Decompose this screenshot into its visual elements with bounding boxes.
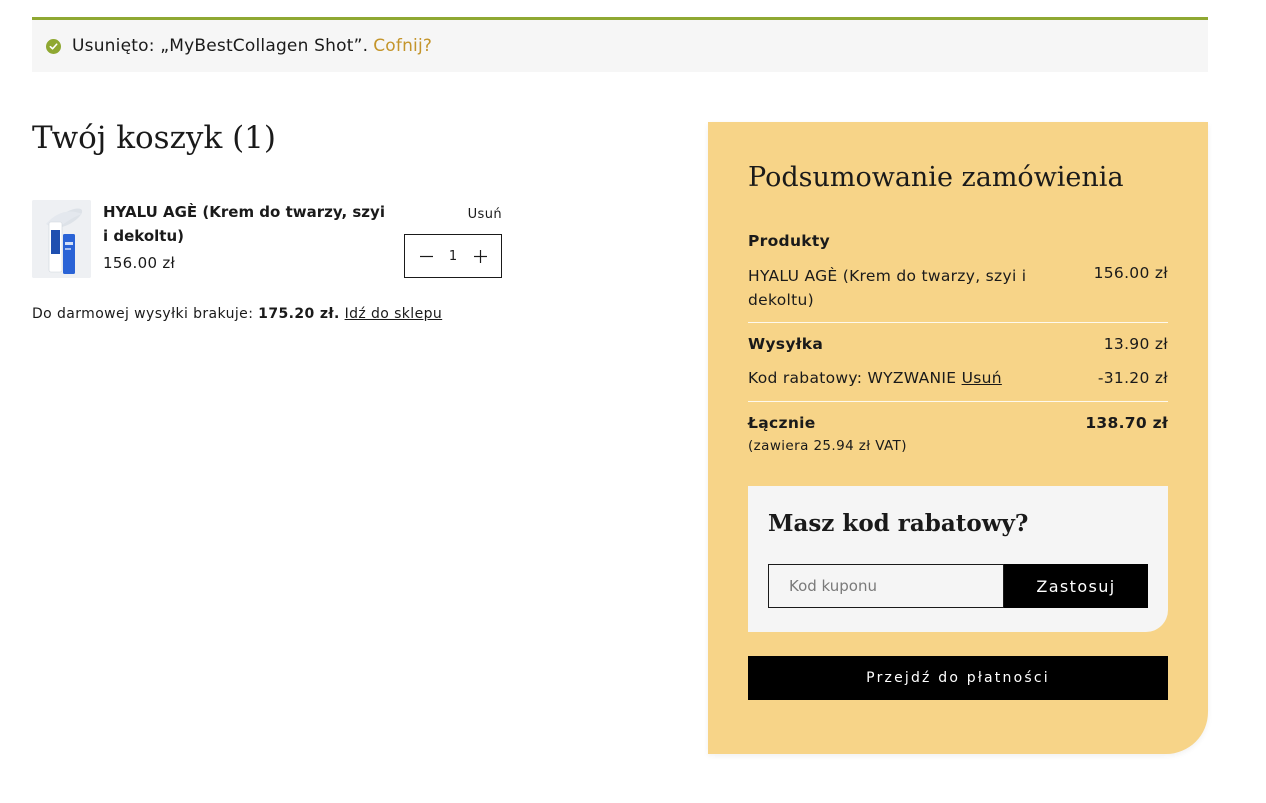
- vat-note: (zawiera 25.94 zł VAT): [748, 438, 907, 454]
- quantity-value[interactable]: 1: [449, 249, 457, 264]
- checkout-button[interactable]: Przejdź do płatności: [748, 656, 1168, 700]
- coupon-input[interactable]: [768, 564, 1004, 608]
- order-summary: Podsumowanie zamówienia Produkty HYALU A…: [708, 122, 1208, 754]
- summary-product-line: HYALU AGÈ (Krem do twarzy, szyi i dekolt…: [748, 264, 1168, 312]
- total-row: Łącznie 138.70 zł: [748, 414, 1168, 432]
- summary-product-price: 156.00 zł: [1093, 264, 1168, 282]
- summary-product-name: HYALU AGÈ (Krem do twarzy, szyi i dekolt…: [748, 267, 1027, 309]
- remove-item-button[interactable]: Usuń: [468, 207, 502, 222]
- coupon-title: Masz kod rabatowy?: [768, 510, 1029, 537]
- summary-divider: [748, 401, 1168, 402]
- discount-row: Kod rabatowy: WYZWANIE Usuń -31.20 zł: [748, 369, 1168, 387]
- summary-divider: [748, 322, 1168, 323]
- total-label: Łącznie: [748, 414, 816, 432]
- removal-notice: Usunięto: „MyBestCollagen Shot”. Cofnij?: [32, 17, 1208, 72]
- shipping-note-prefix: Do darmowej wysyłki brakuje:: [32, 306, 254, 322]
- discount-label: Kod rabatowy: WYZWANIE: [748, 369, 957, 387]
- free-shipping-note: Do darmowej wysyłki brakuje: 175.20 zł. …: [32, 306, 442, 322]
- undo-link[interactable]: Cofnij?: [373, 36, 432, 56]
- apply-coupon-button[interactable]: Zastosuj: [1004, 564, 1148, 608]
- coupon-box: Masz kod rabatowy? Zastosuj: [748, 486, 1168, 632]
- shipping-row: Wysyłka 13.90 zł: [748, 335, 1168, 353]
- notice-message: Usunięto: „MyBestCollagen Shot”.: [72, 36, 369, 56]
- total-value: 138.70 zł: [1085, 414, 1168, 432]
- summary-title: Podsumowanie zamówienia: [748, 162, 1124, 193]
- shipping-note-amount: 175.20 zł.: [258, 306, 340, 322]
- cart-item: HYALU AGÈ (Krem do twarzy, szyi i dekolt…: [32, 200, 502, 280]
- minus-icon[interactable]: [419, 249, 433, 263]
- item-name[interactable]: HYALU AGÈ (Krem do twarzy, szyi i dekolt…: [103, 200, 393, 248]
- shipping-label: Wysyłka: [748, 335, 824, 353]
- shipping-value: 13.90 zł: [1103, 335, 1168, 353]
- remove-discount-link[interactable]: Usuń: [962, 369, 1002, 387]
- products-label: Produkty: [748, 232, 831, 250]
- item-price: 156.00 zł: [103, 254, 176, 272]
- check-circle-icon: [46, 38, 61, 54]
- cart-title: Twój koszyk (1): [32, 120, 276, 156]
- product-thumbnail[interactable]: [32, 200, 91, 278]
- quantity-stepper: 1: [404, 234, 502, 278]
- go-to-shop-link[interactable]: Idź do sklepu: [345, 306, 443, 322]
- plus-icon[interactable]: [473, 249, 487, 263]
- discount-value: -31.20 zł: [1097, 369, 1168, 387]
